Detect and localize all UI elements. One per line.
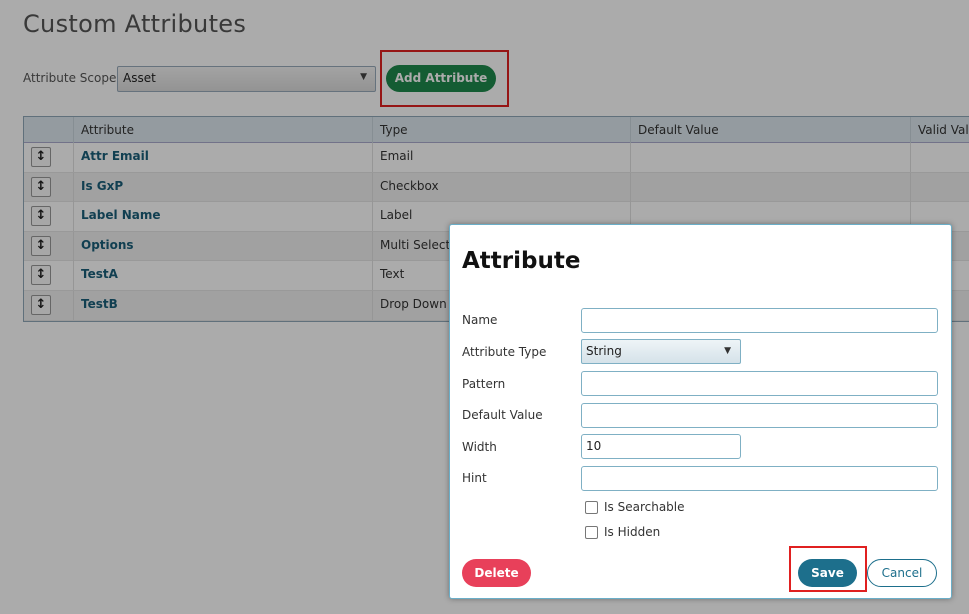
- width-input[interactable]: 10: [581, 434, 741, 459]
- delete-button[interactable]: Delete: [462, 559, 531, 587]
- hint-input[interactable]: [581, 466, 938, 491]
- cancel-button[interactable]: Cancel: [867, 559, 937, 587]
- attribute-type-label: Attribute Type: [462, 345, 547, 359]
- save-button[interactable]: Save: [798, 559, 857, 587]
- default-value-label: Default Value: [462, 408, 543, 422]
- width-label: Width: [462, 440, 497, 454]
- dialog-title: Attribute: [462, 248, 581, 274]
- pattern-input[interactable]: [581, 371, 938, 396]
- default-value-input[interactable]: [581, 403, 938, 428]
- attribute-type-value: String: [586, 344, 622, 358]
- name-input[interactable]: [581, 308, 938, 333]
- is-searchable-label: Is Searchable: [604, 500, 685, 514]
- attribute-type-select[interactable]: String ▼: [581, 339, 741, 364]
- hint-label: Hint: [462, 471, 487, 485]
- attribute-dialog: Attribute Name Attribute Type String ▼ P…: [449, 224, 952, 599]
- is-hidden-checkbox[interactable]: [585, 526, 598, 539]
- chevron-down-icon: ▼: [724, 346, 731, 356]
- pattern-label: Pattern: [462, 377, 506, 391]
- name-label: Name: [462, 313, 498, 327]
- is-hidden-label: Is Hidden: [604, 525, 661, 539]
- is-searchable-checkbox[interactable]: [585, 501, 598, 514]
